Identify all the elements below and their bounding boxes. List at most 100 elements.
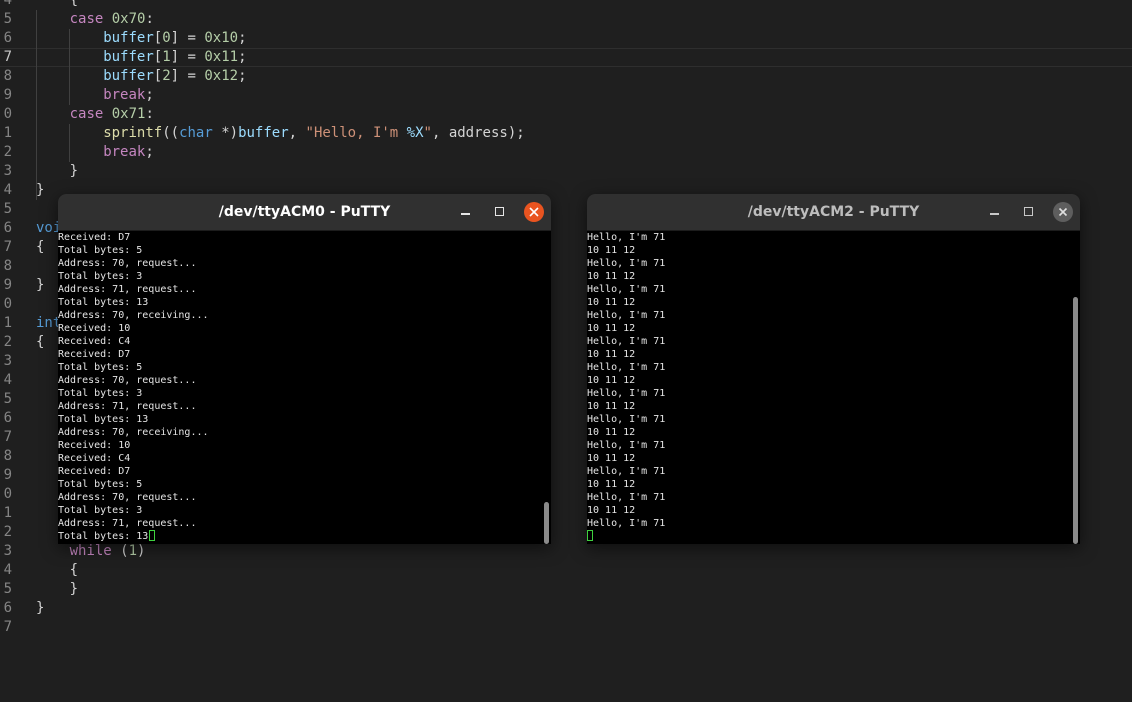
terminal-line: Received: D7	[58, 231, 538, 244]
code-line[interactable]: 5 case 0x70:	[0, 10, 1132, 29]
terminal-line-text: Hello, I'm 71	[587, 336, 666, 347]
terminal-line: Address: 70, request...	[58, 374, 538, 387]
putty-window-acm0[interactable]: /dev/ttyACM0 - PuTTY Received: D7 Total b…	[58, 194, 551, 544]
terminal-line-text: Address: 71, request...	[58, 518, 197, 529]
terminal-line: 10 11 12	[587, 504, 1067, 517]
line-number: 4	[3, 562, 12, 578]
close-icon[interactable]	[524, 202, 544, 222]
code-line[interactable]: 8 buffer[2] = 0x12;	[0, 67, 1132, 86]
terminal-line: Address: 71, request...	[58, 400, 538, 413]
minimize-icon[interactable]	[456, 202, 476, 222]
code-line[interactable]: 2 break;	[0, 143, 1132, 162]
terminal-line-text: Hello, I'm 71	[587, 492, 666, 503]
code-line[interactable]: 0 case 0x71:	[0, 105, 1132, 124]
code-line[interactable]: 1 sprintf((char *)buffer, "Hello, I'm %X"…	[0, 124, 1132, 143]
code-text: case 0x71:	[70, 105, 154, 124]
title-bar[interactable]: /dev/ttyACM0 - PuTTY	[58, 194, 551, 231]
line-number: 5	[3, 581, 12, 597]
code-line[interactable]: 7	[0, 618, 1132, 637]
line-number: 6	[3, 410, 12, 426]
code-token: }	[36, 600, 45, 616]
terminal-line-text: Total bytes: 13	[58, 531, 149, 542]
code-token: {	[36, 334, 45, 350]
terminal-output[interactable]: Hello, I'm 71 10 11 12 Hello, I'm 71 10 11 …	[587, 231, 1067, 544]
terminal-line: Total bytes: 13	[58, 413, 538, 426]
terminal-line: Total bytes: 3	[58, 504, 538, 517]
code-line[interactable]: 3 while (1)	[0, 542, 1132, 561]
title-bar[interactable]: /dev/ttyACM2 - PuTTY	[587, 194, 1080, 231]
terminal-line-text: Total bytes: 5	[58, 479, 143, 490]
code-token: char	[179, 125, 213, 141]
terminal-output[interactable]: Received: D7 Total bytes: 5 Address: 70, r…	[58, 231, 538, 544]
code-line[interactable]: 4{	[0, 561, 1132, 580]
line-number: 4	[3, 0, 12, 8]
terminal-line-text: Hello, I'm 71	[587, 284, 666, 295]
code-line[interactable]: 3}	[0, 162, 1132, 181]
minimize-icon[interactable]	[985, 202, 1005, 222]
terminal-line: Received: D7	[58, 348, 538, 361]
terminal-line: Total bytes: 3	[58, 270, 538, 283]
terminal-line: 10 11 12	[587, 478, 1067, 491]
code-line[interactable]: 5}	[0, 580, 1132, 599]
scrollbar-thumb[interactable]	[1073, 297, 1078, 544]
code-text: {	[70, 0, 78, 10]
terminal-line-text: Received: C4	[58, 336, 131, 347]
terminal-line: Hello, I'm 71	[587, 413, 1067, 426]
terminal-line: Hello, I'm 71	[587, 491, 1067, 504]
terminal-line: Hello, I'm 71	[587, 231, 1067, 244]
line-number: 0	[3, 486, 12, 502]
code-token: buffer	[103, 68, 154, 84]
code-line[interactable]: 6 buffer[0] = 0x10;	[0, 29, 1132, 48]
maximize-icon[interactable]	[490, 202, 510, 222]
code-text: {	[70, 561, 78, 580]
code-token: sprintf	[103, 125, 163, 141]
line-number: 7	[3, 429, 12, 445]
code-token: ,	[288, 125, 306, 141]
maximize-icon[interactable]	[1019, 202, 1039, 222]
terminal-line	[587, 530, 1067, 543]
terminal-line-text: Address: 70, request...	[58, 492, 197, 503]
indent-guide	[69, 29, 70, 105]
code-token: ;	[145, 144, 154, 160]
line-number: 9	[3, 467, 12, 483]
terminal-line-text: Received: C4	[58, 453, 131, 464]
putty-window-acm2[interactable]: /dev/ttyACM2 - PuTTY Hello, I'm 71 10 11 …	[587, 194, 1080, 544]
close-icon[interactable]	[1053, 202, 1073, 222]
terminal-line-text: Received: D7	[58, 349, 131, 360]
code-token: 2	[162, 68, 171, 84]
code-text: {	[36, 238, 44, 257]
code-line[interactable]: 4{	[0, 0, 1132, 10]
line-number: 0	[3, 106, 12, 122]
code-text: {	[36, 333, 44, 352]
code-token: ;	[238, 30, 247, 46]
line-number: 6	[3, 600, 12, 616]
terminal-line-text: 10 11 12	[587, 245, 636, 256]
line-number: 9	[3, 277, 12, 293]
terminal-line: Received: C4	[58, 452, 538, 465]
code-line[interactable]: 7 buffer[1] = 0x11;	[0, 48, 1132, 67]
code-token: }	[69, 163, 79, 179]
scrollbar-thumb[interactable]	[544, 502, 549, 544]
terminal-line-text: Total bytes: 3	[58, 388, 143, 399]
terminal-line: Received: C4	[58, 335, 538, 348]
code-line[interactable]: 9 break;	[0, 86, 1132, 105]
code-line[interactable]: 6}	[0, 599, 1132, 618]
code-token: ((	[162, 125, 180, 141]
code-token: buffer	[103, 30, 154, 46]
line-number: 3	[3, 353, 12, 369]
scrollbar[interactable]	[1071, 231, 1080, 544]
code-text: case 0x70:	[70, 10, 154, 29]
terminal-line: 10 11 12	[587, 348, 1067, 361]
code-token: 0x71	[111, 106, 146, 122]
code-token: 0x70	[111, 11, 146, 27]
terminal-cursor	[587, 530, 593, 541]
terminal-line: 10 11 12	[587, 452, 1067, 465]
terminal-line-text: Address: 71, request...	[58, 401, 197, 412]
scrollbar[interactable]	[542, 231, 551, 544]
terminal-line-text: Hello, I'm 71	[587, 440, 666, 451]
terminal-line-text: Address: 70, receiving...	[58, 427, 209, 438]
code-token: , address);	[431, 125, 525, 141]
terminal-line-text: 10 11 12	[587, 297, 636, 308]
indent-guide	[36, 10, 37, 200]
line-number: 7	[3, 239, 12, 255]
